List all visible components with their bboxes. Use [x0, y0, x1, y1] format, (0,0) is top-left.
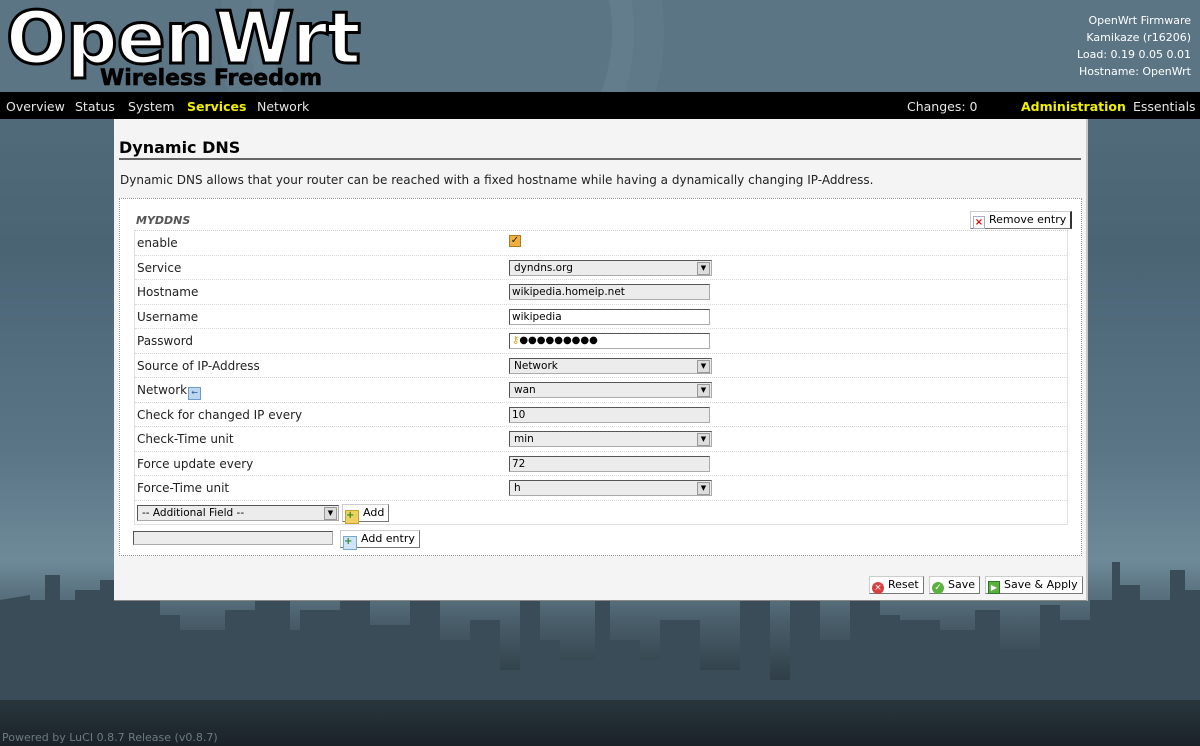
field-row-check-unit: Check-Time unit min ▼: [135, 427, 1067, 452]
check-interval-input[interactable]: 10: [509, 406, 710, 423]
select-value: -- Additional Field --: [142, 506, 245, 519]
add-field-button[interactable]: + Add: [342, 503, 390, 524]
reset-icon: ×: [872, 582, 884, 594]
section-name: MYDDNS: [136, 214, 191, 227]
mode-essentials[interactable]: Essentials: [1133, 99, 1196, 114]
password-mask: ●●●●●●●●●: [519, 335, 598, 346]
header: OpenWrt Wireless Freedom OpenWrt Firmwar…: [0, 0, 1200, 92]
field-row-force-interval: Force update every 72: [135, 452, 1067, 476]
check-unit-select[interactable]: min ▼: [509, 431, 712, 447]
firmware-name: OpenWrt Firmware: [1088, 14, 1191, 27]
save-apply-button[interactable]: ▶ Save & Apply: [985, 576, 1083, 594]
select-value: min: [514, 433, 534, 445]
field-label: Force-Time unit: [137, 481, 230, 495]
select-value: dyndns.org: [514, 261, 573, 274]
logo-title: OpenWrt: [5, 0, 363, 80]
nav-system[interactable]: System: [128, 99, 175, 114]
add-entry-icon: +: [343, 536, 357, 550]
username-input[interactable]: wikipedia: [509, 308, 710, 325]
field-row-enable: enable ✓: [135, 231, 1067, 256]
field-row-check-interval: Check for changed IP every 10: [135, 403, 1067, 427]
reset-label: Reset: [888, 578, 919, 591]
field-label: enable: [137, 236, 178, 250]
save-button[interactable]: ✓ Save: [929, 576, 981, 594]
additional-field-row: -- Additional Field -- ▼ + Add: [135, 501, 1067, 524]
page-description: Dynamic DNS allows that your router can …: [120, 173, 874, 187]
chevron-down-icon: ▼: [697, 261, 710, 275]
remove-icon: ×: [973, 216, 985, 229]
system-info: OpenWrt Firmware Kamikaze (r16206) Load:…: [1077, 12, 1191, 80]
chevron-down-icon: ▼: [697, 359, 710, 373]
remove-entry-label: Remove entry: [989, 213, 1067, 226]
nav-status[interactable]: Status: [75, 99, 115, 114]
field-row-force-unit: Force-Time unit h ▼: [135, 476, 1067, 501]
field-label: Hostname: [137, 285, 199, 299]
enable-checkbox[interactable]: ✓: [509, 235, 521, 247]
mode-administration[interactable]: Administration: [1021, 99, 1126, 114]
chevron-down-icon: ▼: [697, 482, 710, 495]
hostname-input[interactable]: wikipedia.homeip.net: [509, 284, 710, 300]
save-apply-icon: ▶: [988, 581, 1000, 594]
select-value: wan: [514, 384, 536, 396]
field-label: Check-Time unit: [137, 432, 234, 446]
network-select[interactable]: wan ▼: [509, 382, 712, 398]
force-unit-select[interactable]: h ▼: [509, 480, 712, 496]
add-field-label: Add: [363, 505, 385, 519]
system-hostname: Hostname: OpenWrt: [1078, 65, 1191, 78]
field-label: Source of IP-Address: [137, 358, 260, 373]
nav-network[interactable]: Network: [257, 99, 309, 114]
content-panel: Dynamic DNS Dynamic DNS allows that your…: [114, 119, 1088, 601]
field-row-ip-source: Source of IP-Address Network ▼: [135, 354, 1067, 378]
nav-overview[interactable]: Overview: [6, 99, 65, 114]
add-icon: +: [345, 509, 359, 524]
field-label: Force update every: [137, 456, 254, 471]
field-label: Password: [137, 334, 194, 348]
page-title: Dynamic DNS: [119, 138, 241, 157]
field-row-service: Service dyndns.org ▼: [135, 256, 1067, 280]
add-entry-label: Add entry: [361, 532, 415, 545]
field-label: Username: [137, 309, 199, 324]
add-entry-button[interactable]: + Add entry: [340, 530, 420, 550]
service-select[interactable]: dyndns.org ▼: [509, 259, 712, 276]
additional-field-select[interactable]: -- Additional Field -- ▼: [137, 504, 339, 521]
save-icon: ✓: [932, 582, 944, 594]
field-list: enable ✓ Service dyndns.org ▼ Hostname wi…: [134, 230, 1068, 525]
remove-entry-button[interactable]: × Remove entry: [970, 211, 1073, 229]
field-label: Check for changed IP every: [137, 407, 303, 422]
field-label: Service: [137, 260, 182, 275]
select-value: Network: [514, 359, 558, 372]
openwrt-logo[interactable]: OpenWrt Wireless Freedom: [5, 0, 363, 92]
ip-source-select[interactable]: Network ▼: [509, 357, 712, 374]
help-icon[interactable]: ←: [188, 387, 202, 400]
system-load: Load: 0.19 0.05 0.01: [1076, 48, 1191, 61]
field-row-network: Network ← wan ▼: [135, 378, 1067, 403]
firmware-release: Kamikaze (r16206): [1086, 31, 1191, 44]
reset-button[interactable]: × Reset: [869, 576, 924, 594]
footer-powered-by[interactable]: Powered by LuCI 0.8.7 Release (v0.8.7): [2, 731, 218, 744]
new-entry-name-input[interactable]: [133, 531, 333, 545]
changes-link[interactable]: Changes: 0: [907, 99, 978, 114]
field-row-password: Password ⚷●●●●●●●●●: [135, 329, 1067, 354]
chevron-down-icon: ▼: [697, 384, 710, 397]
chevron-down-icon: ▼: [697, 433, 710, 446]
select-value: h: [514, 482, 521, 494]
force-interval-input[interactable]: 72: [509, 455, 710, 472]
field-row-hostname: Hostname wikipedia.homeip.net: [135, 280, 1067, 305]
logo-subtitle: Wireless Freedom: [100, 66, 323, 92]
main-nav: Overview Status System Services Network …: [0, 92, 1200, 119]
title-divider: [119, 158, 1081, 160]
field-label: Network ←: [137, 383, 202, 400]
password-input[interactable]: ⚷●●●●●●●●●: [509, 333, 710, 349]
network-label: Network: [137, 383, 188, 397]
ddns-section: MYDDNS × Remove entry enable ✓ Service dy…: [119, 198, 1082, 556]
chevron-down-icon: ▼: [324, 506, 337, 520]
save-label: Save: [948, 578, 976, 591]
nav-services[interactable]: Services: [187, 99, 246, 114]
save-apply-label: Save & Apply: [1004, 578, 1078, 591]
field-row-username: Username wikipedia: [135, 305, 1067, 329]
